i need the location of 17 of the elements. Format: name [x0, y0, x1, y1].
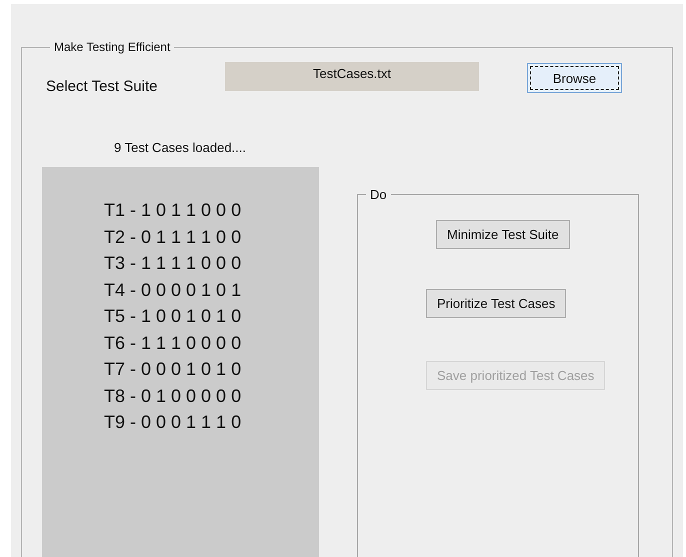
test-case-line: T5 - 1 0 0 1 0 1 0: [104, 305, 242, 328]
test-case-line: T4 - 0 0 0 0 1 0 1: [104, 278, 242, 302]
test-case-line: T3 - 1 1 1 1 0 0 0: [104, 252, 242, 275]
group-title: Do: [369, 187, 388, 202]
action-button[interactable]: Prioritize Test Cases: [426, 289, 566, 318]
action-button[interactable]: Minimize Test Suite: [436, 220, 570, 249]
test-case-line: T7 - 0 0 0 1 0 1 0: [104, 358, 242, 381]
group-title: Make Testing Efficient: [53, 40, 172, 54]
status-text: 9 Test Cases loaded....: [114, 140, 248, 155]
test-case-line: T9 - 0 0 0 1 1 1 0: [104, 411, 242, 434]
test-case-line: T2 - 0 1 1 1 1 0 0: [104, 226, 242, 248]
browse-button[interactable]: Browse: [527, 63, 622, 93]
select-label: Select Test Suite: [46, 78, 158, 95]
test-case-line: T8 - 0 1 0 0 0 0 0: [104, 384, 242, 408]
test-case-line: T6 - 1 1 1 0 0 0 0: [104, 332, 242, 354]
file-field[interactable]: TestCases.txt: [225, 62, 479, 91]
test-case-line: T1 - 1 0 1 1 0 0 0: [104, 199, 242, 222]
